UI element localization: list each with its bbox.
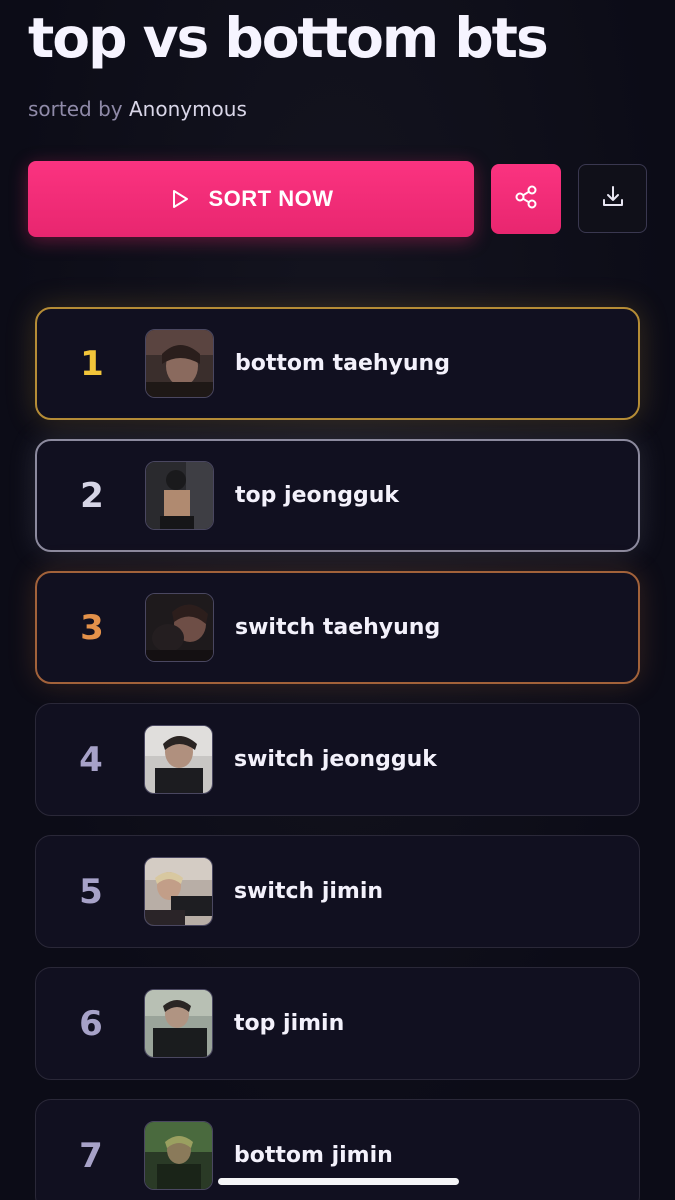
item-name: switch taehyung bbox=[235, 615, 441, 640]
rank-number: 7 bbox=[79, 1135, 103, 1176]
item-name: switch jimin bbox=[234, 879, 384, 904]
share-button[interactable] bbox=[491, 164, 561, 234]
item-name: top jeongguk bbox=[235, 483, 400, 508]
item-thumbnail bbox=[144, 857, 213, 926]
item-name: switch jeongguk bbox=[234, 747, 437, 772]
share-icon bbox=[513, 184, 539, 214]
rank-number: 5 bbox=[79, 871, 103, 912]
ranking-row[interactable]: 2 top jeongguk bbox=[35, 439, 640, 552]
ranking-list: 1 bottom taehyung 2 top jeongguk 3 switc… bbox=[35, 307, 640, 1200]
ranking-row[interactable]: 1 bottom taehyung bbox=[35, 307, 640, 420]
ranking-page: top vs bottom bts sorted by Anonymous SO… bbox=[0, 0, 675, 1200]
play-icon bbox=[169, 188, 191, 210]
ranking-row[interactable]: 3 switch taehyung bbox=[35, 571, 640, 684]
author-name: Anonymous bbox=[128, 97, 247, 121]
sorted-by-label: sorted by bbox=[28, 97, 123, 121]
download-button[interactable] bbox=[578, 164, 647, 233]
sorted-by-line: sorted by Anonymous bbox=[28, 97, 247, 121]
home-indicator[interactable] bbox=[218, 1178, 459, 1185]
item-name: top jimin bbox=[234, 1011, 345, 1036]
item-name: bottom taehyung bbox=[235, 351, 450, 376]
sort-now-label: SORT NOW bbox=[208, 186, 334, 211]
item-thumbnail bbox=[145, 593, 214, 662]
item-thumbnail bbox=[144, 989, 213, 1058]
sort-now-button[interactable]: SORT NOW bbox=[28, 161, 474, 237]
ranking-row[interactable]: 6 top jimin bbox=[35, 967, 640, 1080]
download-icon bbox=[600, 184, 626, 214]
item-thumbnail bbox=[145, 461, 214, 530]
rank-number: 3 bbox=[80, 607, 104, 648]
item-thumbnail bbox=[145, 329, 214, 398]
rank-number: 2 bbox=[80, 475, 104, 516]
ranking-row[interactable]: 5 switch jimin bbox=[35, 835, 640, 948]
rank-number: 6 bbox=[79, 1003, 103, 1044]
item-thumbnail bbox=[144, 1121, 213, 1190]
ranking-row[interactable]: 4 switch jeongguk bbox=[35, 703, 640, 816]
item-name: bottom jimin bbox=[234, 1143, 393, 1168]
page-title: top vs bottom bts bbox=[28, 6, 549, 70]
item-thumbnail bbox=[144, 725, 213, 794]
rank-number: 1 bbox=[80, 343, 104, 384]
rank-number: 4 bbox=[79, 739, 103, 780]
